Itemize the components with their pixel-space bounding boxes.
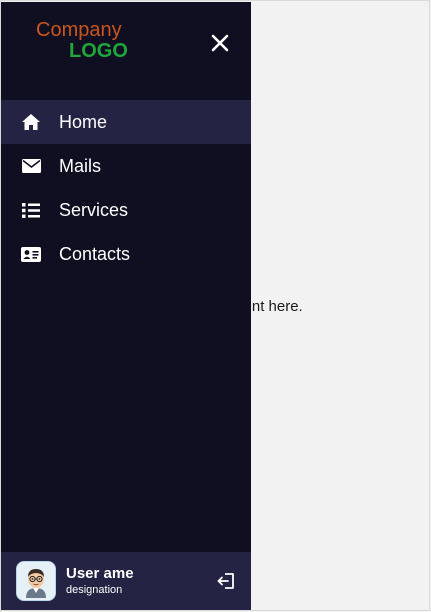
sidebar-item-mails[interactable]: Mails <box>1 144 251 188</box>
close-icon <box>211 34 229 52</box>
logout-button[interactable] <box>215 570 237 592</box>
user-name: User ame <box>66 565 134 583</box>
close-sidebar-button[interactable] <box>207 30 233 56</box>
sidebar-item-label: Contacts <box>59 243 131 264</box>
sidebar: Company LOGO Home Mails Services Contact… <box>1 2 251 610</box>
user-designation: designation <box>66 584 123 597</box>
list-icon <box>21 200 41 220</box>
sidebar-item-services[interactable]: Services <box>1 188 251 232</box>
contact-card-icon <box>21 244 41 264</box>
sidebar-item-home[interactable]: Home <box>1 100 251 144</box>
envelope-icon <box>21 156 41 176</box>
main-content: ntent here. <box>231 0 431 612</box>
user-info: User ame designation <box>66 565 134 597</box>
avatar[interactable] <box>16 561 56 601</box>
logout-icon <box>217 573 234 589</box>
logo-company-text: Company <box>36 19 122 41</box>
user-avatar-icon <box>19 564 53 598</box>
home-icon <box>21 112 41 132</box>
sidebar-item-contacts[interactable]: Contacts <box>1 232 251 276</box>
sidebar-nav: Home Mails Services Contacts <box>1 100 251 276</box>
user-profile-footer: User ame designation <box>1 552 251 610</box>
company-logo[interactable]: Company LOGO <box>36 20 128 61</box>
sidebar-item-label: Services <box>59 199 129 220</box>
sidebar-item-label: Mails <box>59 155 102 176</box>
sidebar-item-label: Home <box>59 111 108 132</box>
logo-text: LOGO <box>69 40 128 62</box>
